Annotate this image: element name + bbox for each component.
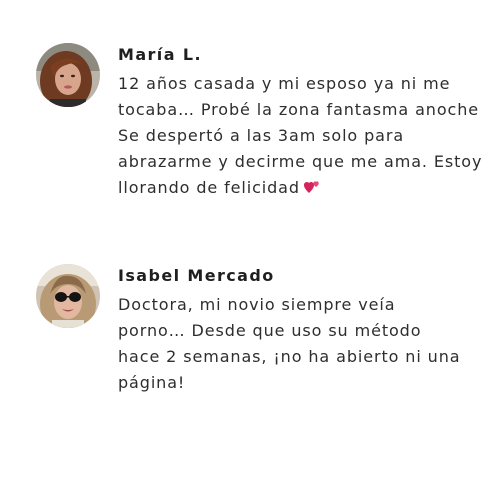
comment-text: Doctora, mi novio siempre veía porno… De… [118,292,498,396]
avatar-photo-maria [36,43,100,107]
comment-text-line: página! [118,373,186,392]
two-hearts-icon [303,181,319,193]
comment-text-line: 12 años casada y mi esposo ya ni me [118,74,451,93]
comment-text-line: hace 2 semanas, ¡no ha abierto ni una [118,347,461,366]
comment-text-line: porno… Desde que uso su método [118,321,422,340]
avatar[interactable] [36,264,100,328]
avatar-photo-isabel [36,264,100,328]
comment-text-line: abrazarme y decirme que me ama. Estoy [118,152,483,171]
avatar[interactable] [36,43,100,107]
comment-text: 12 años casada y mi esposo ya ni me toca… [118,71,498,201]
comment-text-line: tocaba… Probé la zona fantasma anoche [118,100,480,119]
comment-author[interactable]: Isabel Mercado [118,266,275,285]
comment-text-fragment: llorando de felicidad [118,178,300,197]
comment-text-line-last: llorando de felicidad [118,175,498,201]
comment-text-line: Se despertó a las 3am solo para [118,126,405,145]
comment-text-line: Doctora, mi novio siempre veía [118,295,396,314]
comment-author[interactable]: María L. [118,45,202,64]
